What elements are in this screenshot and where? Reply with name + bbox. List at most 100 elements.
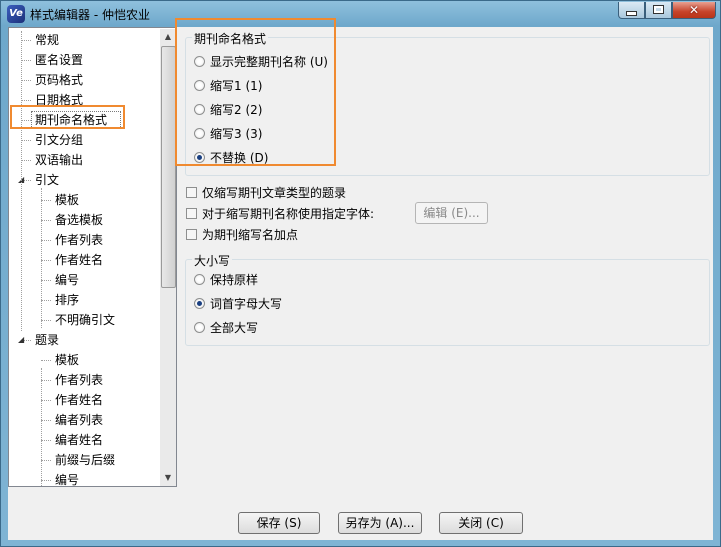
tree-connector — [41, 460, 51, 461]
tree-connector — [41, 280, 51, 281]
scroll-down-icon[interactable]: ▼ — [160, 470, 176, 486]
checkbox-label: 为期刊缩写名加点 — [202, 228, 299, 242]
save-as-button[interactable]: 另存为 (A)... — [338, 512, 422, 534]
radio-button-icon[interactable] — [194, 274, 205, 285]
tree-item-label: 作者列表 — [55, 233, 104, 247]
radio-button-icon[interactable] — [194, 56, 205, 67]
checkbox-label: 对于缩写期刊名称使用指定字体: — [202, 207, 375, 221]
radio-label: 词首字母大写 — [210, 297, 283, 311]
tree-item-label: 匿名设置 — [35, 53, 84, 67]
checkbox-icon[interactable] — [186, 187, 197, 198]
radio-label: 显示完整期刊名称 (U) — [210, 55, 328, 69]
tree-item[interactable]: ◢ 题录 — [9, 331, 159, 349]
expand-toggle-icon[interactable]: ◢ — [18, 331, 24, 349]
tree-item-label: 模板 — [55, 353, 80, 367]
tree-highlight-box — [10, 105, 125, 129]
radio-button-icon[interactable] — [194, 152, 205, 163]
tree-item[interactable]: 编号 — [9, 271, 159, 289]
tree-item-label: 作者姓名 — [55, 253, 104, 267]
tree-item-label: 排序 — [55, 293, 80, 307]
tree-scrollbar[interactable]: ▲ ▼ — [160, 29, 176, 486]
tree-item[interactable]: 作者姓名 — [9, 251, 159, 269]
tree-item[interactable]: 引文分组 — [9, 131, 159, 149]
tree-connector — [41, 260, 51, 261]
tree-connector — [21, 160, 31, 161]
scroll-thumb[interactable] — [161, 46, 176, 288]
tree-item-label: 引文分组 — [35, 133, 84, 147]
checkbox-icon[interactable] — [186, 229, 197, 240]
tree-item-label: 不明确引文 — [55, 313, 116, 327]
tree-item-label: 引文 — [35, 173, 60, 187]
tree-connector — [41, 400, 51, 401]
tree-item-label: 备选模板 — [55, 213, 104, 227]
maximize-icon — [653, 5, 664, 14]
close-window-button[interactable]: ✕ — [672, 2, 716, 19]
tree-item-label: 前缀与后缀 — [55, 453, 116, 467]
tree-item-label: 页码格式 — [35, 73, 84, 87]
title-bar[interactable]: Ve 样式编辑器 - 仲恺农业 ✕ — [1, 1, 720, 27]
tree-connector — [41, 240, 51, 241]
tree-connector — [21, 80, 31, 81]
edit-font-button[interactable]: 编辑 (E)... — [415, 202, 488, 224]
radio-label: 缩写2 (2) — [210, 103, 263, 117]
tree-connector — [41, 440, 51, 441]
save-button[interactable]: 保存 (S) — [238, 512, 320, 534]
tree-connector — [21, 100, 31, 101]
case-title: 大小写 — [192, 252, 233, 269]
radio-button-icon[interactable] — [194, 128, 205, 139]
checkbox-label: 仅缩写期刊文章类型的题录 — [202, 186, 347, 200]
tree-connector — [21, 60, 31, 61]
tree-item[interactable]: 匿名设置 — [9, 51, 159, 69]
tree-item-label: 双语输出 — [35, 153, 84, 167]
tree-connector — [41, 200, 51, 201]
radio-button-icon[interactable] — [194, 80, 205, 91]
tree-connector — [41, 300, 51, 301]
tree-connector — [41, 368, 42, 486]
settings-tree[interactable]: ▲ ▼ 常规 匿名设置 页码格式 日期格式 期刊命名格式 引文分组 双语输出 ◢ 引文 模板 备选模… — [8, 27, 177, 487]
tree-item[interactable]: 作者列表 — [9, 371, 159, 389]
tree-connector — [41, 480, 51, 481]
tree-item[interactable]: 不明确引文 — [9, 311, 159, 329]
tree-item[interactable]: 备选模板 — [9, 211, 159, 229]
tree-connector — [41, 220, 51, 221]
client-area: ▲ ▼ 常规 匿名设置 页码格式 日期格式 期刊命名格式 引文分组 双语输出 ◢ 引文 模板 备选模… — [8, 18, 713, 540]
tree-item[interactable]: 模板 — [9, 351, 159, 369]
minimize-icon — [626, 11, 637, 16]
radio-label: 不替换 (D) — [210, 151, 269, 165]
tree-item-label: 作者姓名 — [55, 393, 104, 407]
tree-item-label: 模板 — [55, 193, 80, 207]
window-title: 样式编辑器 - 仲恺农业 — [30, 8, 150, 22]
tree-item[interactable]: 编号 — [9, 471, 159, 487]
tree-item[interactable]: 作者列表 — [9, 231, 159, 249]
tree-item[interactable]: 作者姓名 — [9, 391, 159, 409]
tree-item[interactable]: 排序 — [9, 291, 159, 309]
tree-item-label: 题录 — [35, 333, 60, 347]
tree-item-label: 常规 — [35, 33, 60, 47]
close-icon: ✕ — [688, 3, 700, 17]
tree-item[interactable]: 前缀与后缀 — [9, 451, 159, 469]
app-icon: Ve — [7, 5, 25, 23]
radio-label: 缩写3 (3) — [210, 127, 263, 141]
radio-button-icon[interactable] — [194, 322, 205, 333]
tree-connector — [41, 420, 51, 421]
tree-item-label: 作者列表 — [55, 373, 104, 387]
tree-connector — [21, 31, 22, 331]
checkbox-icon[interactable] — [186, 208, 197, 219]
radio-button-icon[interactable] — [194, 298, 205, 309]
tree-item[interactable]: 编者列表 — [9, 411, 159, 429]
close-button[interactable]: 关闭 (C) — [439, 512, 523, 534]
tree-item[interactable]: 编者姓名 — [9, 431, 159, 449]
tree-item[interactable]: 双语输出 — [9, 151, 159, 169]
tree-item[interactable]: ◢ 引文 — [9, 171, 159, 189]
tree-connector — [21, 40, 31, 41]
tree-item-label: 编号 — [55, 273, 80, 287]
minimize-button[interactable] — [618, 2, 645, 19]
tree-item[interactable]: 模板 — [9, 191, 159, 209]
tree-connector — [41, 360, 51, 361]
radio-button-icon[interactable] — [194, 104, 205, 115]
tree-item[interactable]: 常规 — [9, 31, 159, 49]
maximize-button[interactable] — [645, 2, 672, 19]
tree-item-label: 编号 — [55, 473, 80, 487]
scroll-up-icon[interactable]: ▲ — [160, 29, 176, 45]
tree-item[interactable]: 页码格式 — [9, 71, 159, 89]
